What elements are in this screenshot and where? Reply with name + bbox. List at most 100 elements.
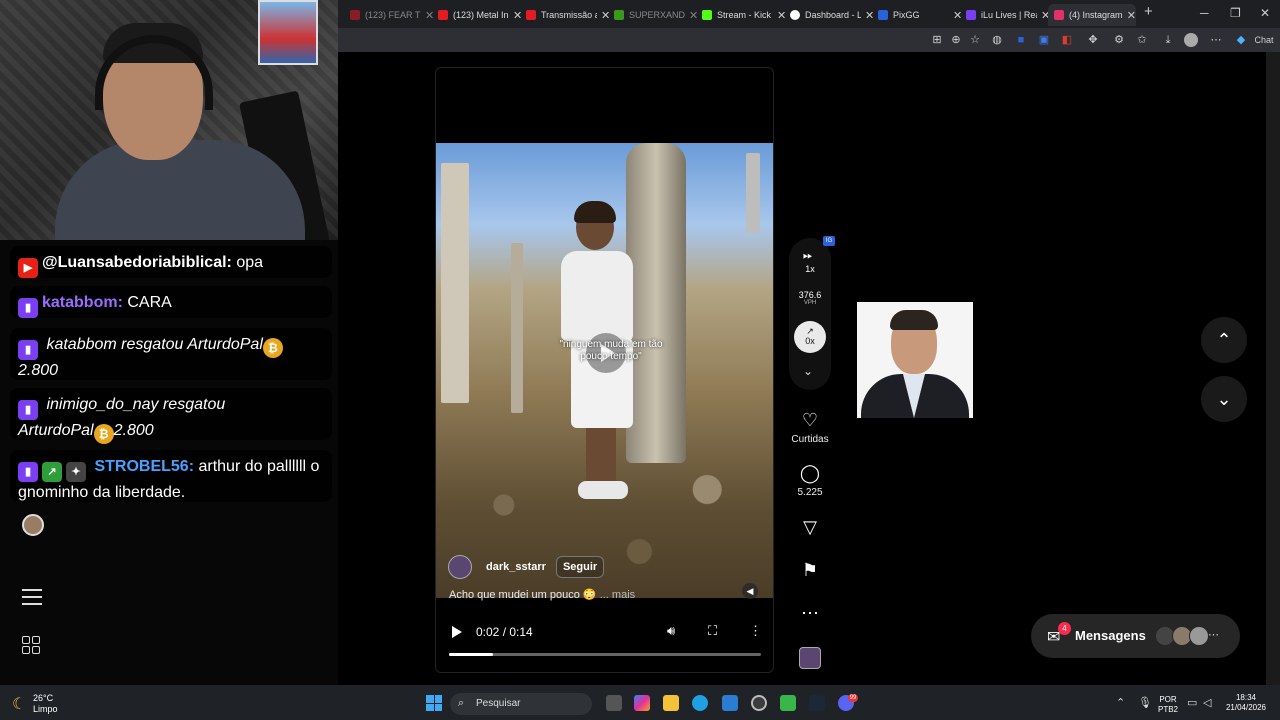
avatar	[1189, 626, 1209, 646]
browser-tab[interactable]: (123) FEAR TH ✕	[344, 4, 434, 26]
reel-video-frame[interactable]: "ninguem muda em tão pouco tempo"	[436, 143, 773, 598]
chevron-up-icon[interactable]: ⌃	[1116, 696, 1125, 709]
network-icon[interactable]: ▭	[1187, 696, 1197, 709]
instagram-icon	[1054, 10, 1064, 20]
microphone-icon[interactable]: 🎙︎	[1138, 696, 1152, 709]
restore-icon[interactable]: ❐	[1230, 6, 1241, 20]
hamburger-menu-icon[interactable]	[22, 589, 42, 607]
store-icon[interactable]	[722, 695, 738, 711]
extension-icon[interactable]: ◍	[990, 33, 1004, 47]
youtube-icon	[350, 10, 360, 20]
minimize-icon[interactable]: ─	[1200, 6, 1209, 20]
favorite-star-icon[interactable]: ☆	[968, 33, 982, 47]
taskbar-search[interactable]: ⌕ Pesquisar	[450, 693, 592, 715]
mute-icon[interactable]: ◀	[742, 583, 758, 599]
apps-grid-icon[interactable]	[22, 636, 42, 656]
more-menu-icon[interactable]: ⋯	[1209, 33, 1223, 47]
more-options-button[interactable]: ⋯	[789, 603, 831, 623]
moon-weather-icon[interactable]: ☾	[12, 694, 26, 714]
windows-start-icon[interactable]	[426, 695, 442, 711]
download-icon[interactable]: ⤓	[1161, 33, 1175, 47]
browser-tab-active[interactable]: (4) Instagram ✕	[1048, 4, 1136, 26]
messages-badge: 4	[1058, 622, 1071, 635]
twitch-icon: ▮	[18, 462, 38, 482]
globe-icon	[790, 10, 800, 20]
extension-badge: IG	[823, 236, 835, 246]
fullscreen-icon[interactable]: ⛶	[708, 623, 717, 639]
tree-trunk	[626, 143, 686, 463]
extensions-puzzle-icon[interactable]: ✥	[1086, 33, 1100, 47]
video-controls: 0:02 / 0:14 🔊︎ ⛶ ⋮	[436, 613, 773, 672]
chevron-down-icon[interactable]: ⌄	[803, 364, 813, 378]
volume-icon[interactable]: ◁	[1203, 696, 1211, 709]
browser-tab[interactable]: PixGG ✕	[872, 4, 962, 26]
next-reel-button[interactable]: ⌄	[1201, 376, 1247, 422]
gift-badge-icon: ✦	[66, 462, 86, 482]
chat-message: ▮ katabbom: CARA	[10, 286, 332, 318]
kick-icon	[702, 10, 712, 20]
previous-reel-button[interactable]: ⌃	[1201, 317, 1247, 363]
window-close-icon[interactable]: ✕	[1260, 6, 1270, 20]
fast-forward-icon[interactable]: ⏩︎	[803, 248, 813, 263]
share-button[interactable]: ▽	[789, 517, 831, 537]
game-app-icon[interactable]	[780, 695, 796, 711]
browser-tab[interactable]: iLu Lives | Rea ✕	[960, 4, 1050, 26]
volume-icon[interactable]: 🔊︎	[667, 623, 675, 639]
video-progress-bar[interactable]	[449, 653, 761, 656]
scrollbar[interactable]	[1266, 52, 1280, 685]
sub-badge-icon: ↗	[42, 462, 62, 482]
weather-widget[interactable]: 26°C Limpo	[33, 693, 58, 715]
split-screen-icon[interactable]: ⊞	[930, 33, 944, 47]
browser-tab[interactable]: Transmissão a ✕	[520, 4, 610, 26]
edge-icon[interactable]	[692, 695, 708, 711]
browser-tab[interactable]: Dashboard - L ✕	[784, 4, 874, 26]
copilot-icon[interactable]: ◆	[1234, 33, 1248, 47]
zoom-icon[interactable]: ⊕	[949, 33, 963, 47]
follow-button[interactable]: Seguir	[555, 556, 605, 578]
app-icon[interactable]	[751, 695, 767, 711]
messages-button[interactable]: ✉ 4 Mensagens ⋯	[1031, 614, 1240, 658]
comment-button[interactable]: ◯ 5.225	[789, 463, 831, 498]
avatar[interactable]	[448, 555, 472, 579]
copilot-icon[interactable]	[634, 695, 650, 711]
file-explorer-icon[interactable]	[663, 695, 679, 711]
task-view-icon[interactable]	[606, 695, 622, 711]
browser-tab[interactable]: SUPERXANDR✕	[608, 4, 698, 26]
save-button[interactable]: ⚑	[789, 560, 831, 580]
chat-button[interactable]: Chat	[1252, 33, 1276, 47]
search-icon: ⌕	[458, 697, 465, 709]
pixgg-icon	[878, 10, 888, 20]
speed-label[interactable]: 1x	[789, 264, 831, 274]
streamer	[55, 23, 331, 240]
chat-redeem-message: ▮ katabbom resgatou ArturdoPal ₿ 2.800	[10, 328, 332, 380]
chevron-down-icon: ⌄	[1216, 389, 1232, 409]
trend-button[interactable]: ↗ 0x	[794, 321, 826, 353]
browser-tab[interactable]: Stream - Kick ✕	[696, 4, 786, 26]
translate-icon[interactable]: ▣	[1037, 33, 1051, 47]
clock[interactable]: 18:34 21/04/2026	[1222, 693, 1270, 713]
language-indicator[interactable]: POR PTB2	[1156, 695, 1180, 715]
close-icon[interactable]: ✕	[1127, 9, 1136, 22]
play-icon[interactable]	[452, 626, 462, 638]
kebab-menu-icon[interactable]: ⋮	[749, 623, 762, 639]
avatar[interactable]	[22, 514, 44, 536]
extension-shield-icon[interactable]: ■	[1014, 33, 1028, 47]
extension-red-icon[interactable]: ◧	[1060, 33, 1074, 47]
reel-player[interactable]: "ninguem muda em tão pouco tempo" dark_s…	[435, 67, 774, 673]
browser-tab[interactable]: (123) Metal In ✕	[432, 4, 522, 26]
favorites-icon[interactable]: ✩	[1135, 33, 1149, 47]
reel-description[interactable]: Acho que mudei um pouco 😳 ... mais	[449, 588, 635, 601]
reel-username[interactable]: dark_sstarr	[486, 561, 546, 573]
bookmark-icon: ⚑	[801, 560, 819, 580]
steam-icon[interactable]	[809, 695, 825, 711]
ilu-icon	[966, 10, 976, 20]
time-display: 0:02 / 0:14	[476, 625, 533, 639]
vph-label: VPH	[803, 300, 817, 306]
settings-icon[interactable]: ⚙	[1112, 33, 1126, 47]
more-link[interactable]: ... mais	[600, 589, 635, 601]
audio-thumbnail[interactable]	[799, 647, 821, 669]
trending-icon: ↗	[806, 326, 814, 336]
like-button[interactable]: ♡ Curtidas	[789, 410, 831, 445]
new-tab-icon[interactable]: +	[1144, 3, 1153, 20]
profile-avatar[interactable]	[1184, 33, 1198, 47]
